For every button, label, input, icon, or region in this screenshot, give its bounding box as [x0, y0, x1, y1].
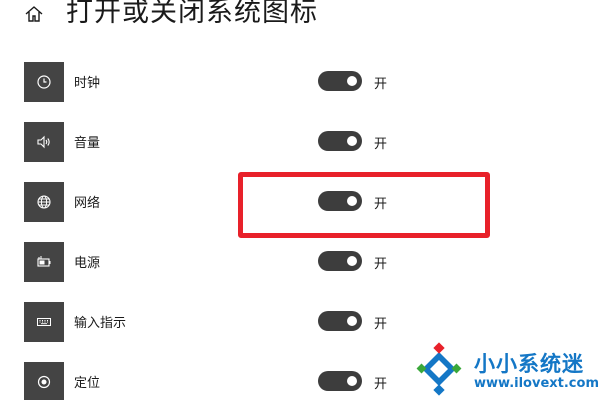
- setting-label: 电源: [74, 256, 101, 271]
- battery-icon: [24, 242, 64, 282]
- setting-label: 时钟: [74, 76, 101, 91]
- setting-row-volume: 音量 开: [0, 122, 600, 166]
- setting-row-input-indicator: 输入指示 开: [0, 302, 600, 346]
- clock-toggle[interactable]: [318, 71, 362, 91]
- setting-label: 网络: [74, 196, 101, 211]
- watermark-name: 小小系统迷: [474, 352, 584, 376]
- power-toggle[interactable]: [318, 251, 362, 271]
- clock-icon: [24, 62, 64, 102]
- watermark: 小小系统迷 www.ilovext.com: [412, 342, 599, 398]
- highlight-box: [238, 172, 490, 238]
- setting-label: 定位: [74, 376, 101, 391]
- setting-row-power: 电源 开: [0, 242, 600, 286]
- toggle-state-label: 开: [374, 77, 388, 92]
- watermark-url: www.ilovext.com: [474, 376, 599, 391]
- globe-icon: [24, 182, 64, 222]
- location-icon: [24, 362, 64, 400]
- home-icon[interactable]: [24, 4, 44, 24]
- toggle-knob: [347, 256, 357, 266]
- keyboard-icon: [24, 302, 64, 342]
- toggle-state-label: 开: [374, 137, 388, 152]
- volume-icon: [24, 122, 64, 162]
- toggle-state-label: 开: [374, 317, 388, 332]
- watermark-logo-icon: [416, 342, 462, 396]
- toggle-knob: [347, 316, 357, 326]
- location-toggle[interactable]: [318, 371, 362, 391]
- toggle-state-label: 开: [374, 377, 388, 392]
- setting-row-clock: 时钟 开: [0, 62, 600, 106]
- volume-toggle[interactable]: [318, 131, 362, 151]
- setting-label: 输入指示: [74, 316, 127, 331]
- toggle-knob: [347, 376, 357, 386]
- page-title: 打开或关闭系统图标: [66, 0, 318, 28]
- setting-label: 音量: [74, 136, 101, 151]
- toggle-knob: [347, 136, 357, 146]
- toggle-state-label: 开: [374, 257, 388, 272]
- input-indicator-toggle[interactable]: [318, 311, 362, 331]
- toggle-knob: [347, 76, 357, 86]
